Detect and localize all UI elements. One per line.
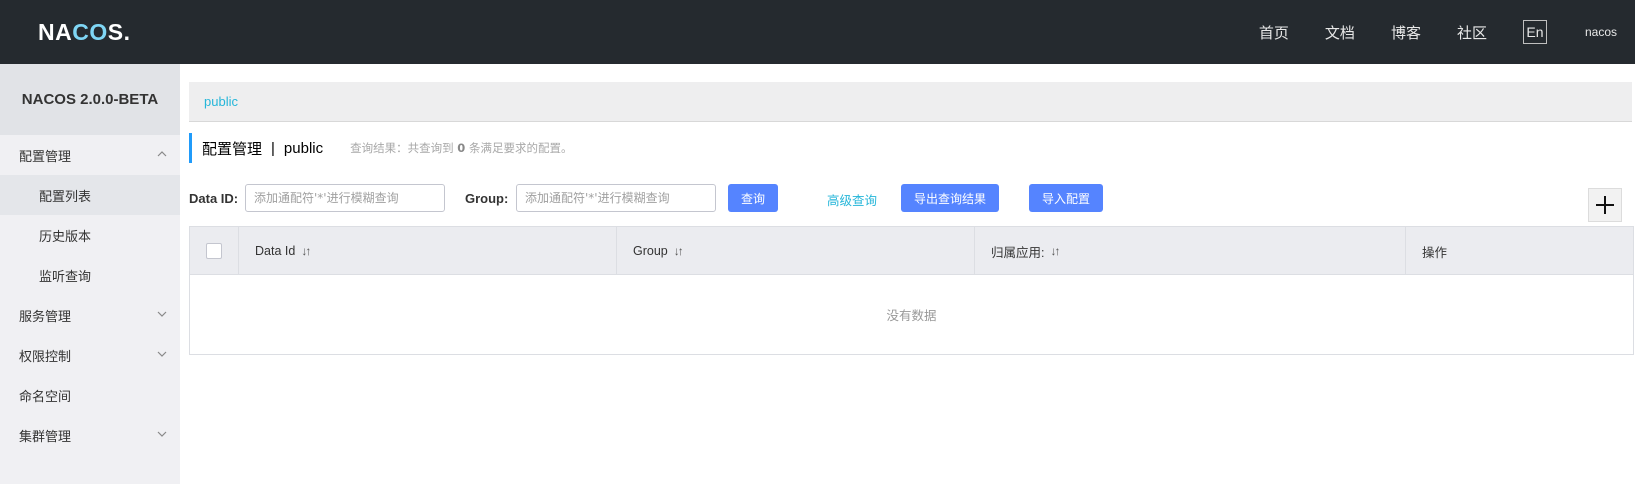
data-id-label: Data ID: xyxy=(189,191,239,206)
nav-home[interactable]: 首页 xyxy=(1259,22,1289,43)
chevron-down-icon xyxy=(156,427,168,441)
page-title-separator: | xyxy=(271,139,275,157)
sidebar-item-listener-query[interactable]: 监听查询 xyxy=(0,255,180,295)
import-config-button[interactable]: 导入配置 xyxy=(1029,184,1103,212)
column-header-label: Group xyxy=(633,244,668,258)
sidebar-item-history[interactable]: 历史版本 xyxy=(0,215,180,255)
language-switch-button[interactable]: En xyxy=(1522,20,1547,44)
sidebar-item-label: 历史版本 xyxy=(39,229,92,245)
main-content: public 配置管理 | public 查询结果：共查询到 0 条满足要求的配… xyxy=(180,64,1635,484)
table-empty-message: 没有数据 xyxy=(886,308,937,323)
sort-icon[interactable]: ↓↑ xyxy=(1050,244,1060,258)
sidebar-item-label: 集群管理 xyxy=(19,429,72,445)
sidebar-item-cluster-management[interactable]: 集群管理 xyxy=(0,415,180,455)
data-id-input[interactable] xyxy=(245,184,445,212)
select-all-cell xyxy=(190,227,239,275)
page-title-text: 配置管理 xyxy=(202,139,263,158)
top-header: NA CO S. 首页 文档 博客 社区 En nacos xyxy=(0,0,1635,64)
select-all-checkbox[interactable] xyxy=(206,243,222,259)
namespace-link-public[interactable]: public xyxy=(204,94,238,109)
export-results-button[interactable]: 导出查询结果 xyxy=(901,184,999,212)
top-nav: 首页 文档 博客 社区 En nacos xyxy=(1259,0,1635,64)
column-header-label: 操作 xyxy=(1422,245,1448,260)
sidebar-item-label: 配置列表 xyxy=(39,189,92,205)
query-result-prefix: 查询结果：共查询到 xyxy=(350,141,454,155)
logo-text-mid: CO xyxy=(72,18,108,45)
nav-docs[interactable]: 文档 xyxy=(1325,22,1355,43)
sidebar-item-service-management[interactable]: 服务管理 xyxy=(0,295,180,335)
column-header-label: 归属应用: xyxy=(991,245,1045,260)
group-label: Group: xyxy=(465,191,509,206)
sidebar-item-label: 配置管理 xyxy=(19,149,72,165)
column-header-label: Data Id xyxy=(255,244,296,258)
nav-community[interactable]: 社区 xyxy=(1457,22,1487,43)
advanced-query-link[interactable]: 高级查询 xyxy=(827,190,877,209)
sidebar: NACOS 2.0.0-BETA 配置管理 配置列表 历史版本 监听查询 服务管… xyxy=(0,64,180,484)
config-table: Data Id ↓↑ Group ↓↑ 归属应用: ↓↑ 操作 没有数据 xyxy=(189,226,1634,355)
sidebar-item-label: 权限控制 xyxy=(19,349,72,365)
nav-blog[interactable]: 博客 xyxy=(1391,22,1421,43)
sidebar-item-config-management[interactable]: 配置管理 xyxy=(0,135,180,175)
namespace-bar: public xyxy=(189,82,1632,122)
sort-icon[interactable]: ↓↑ xyxy=(674,244,684,258)
sidebar-item-namespace[interactable]: 命名空间 xyxy=(0,375,180,415)
user-name[interactable]: nacos xyxy=(1585,25,1617,39)
chevron-down-icon xyxy=(156,307,168,321)
sort-icon[interactable]: ↓↑ xyxy=(301,244,311,258)
sidebar-title: NACOS 2.0.0-BETA xyxy=(0,64,180,135)
table-header: Data Id ↓↑ Group ↓↑ 归属应用: ↓↑ 操作 xyxy=(190,227,1633,275)
add-config-button[interactable] xyxy=(1588,188,1622,222)
sidebar-item-label: 服务管理 xyxy=(19,309,72,325)
query-result-suffix: 条满足要求的配置。 xyxy=(468,141,573,155)
group-input[interactable] xyxy=(516,184,716,212)
sidebar-item-access-control[interactable]: 权限控制 xyxy=(0,335,180,375)
column-header-group[interactable]: Group ↓↑ xyxy=(617,227,975,275)
logo-text-prefix: NA xyxy=(38,18,73,45)
column-header-app[interactable]: 归属应用: ↓↑ xyxy=(975,227,1406,275)
column-header-data-id[interactable]: Data Id ↓↑ xyxy=(239,227,617,275)
search-form: Data ID: Group: 查询 高级查询 导出查询结果 导入配置 xyxy=(189,184,1634,214)
query-result-count: 0 xyxy=(457,141,466,155)
page-title-namespace: public xyxy=(283,139,324,157)
query-button[interactable]: 查询 xyxy=(728,184,778,212)
sidebar-item-config-list[interactable]: 配置列表 xyxy=(0,175,180,215)
chevron-up-icon xyxy=(156,147,168,161)
query-result-summary: 查询结果：共查询到 0 条满足要求的配置。 xyxy=(350,140,572,156)
page-title: 配置管理 | public 查询结果：共查询到 0 条满足要求的配置。 xyxy=(189,133,572,163)
logo-text-suffix: S. xyxy=(107,18,131,45)
sidebar-item-label: 命名空间 xyxy=(19,389,72,405)
chevron-down-icon xyxy=(156,347,168,361)
plus-icon xyxy=(1596,196,1614,214)
column-header-actions: 操作 xyxy=(1406,227,1633,275)
nacos-logo[interactable]: NA CO S. xyxy=(38,17,130,47)
sidebar-item-label: 监听查询 xyxy=(39,269,92,285)
